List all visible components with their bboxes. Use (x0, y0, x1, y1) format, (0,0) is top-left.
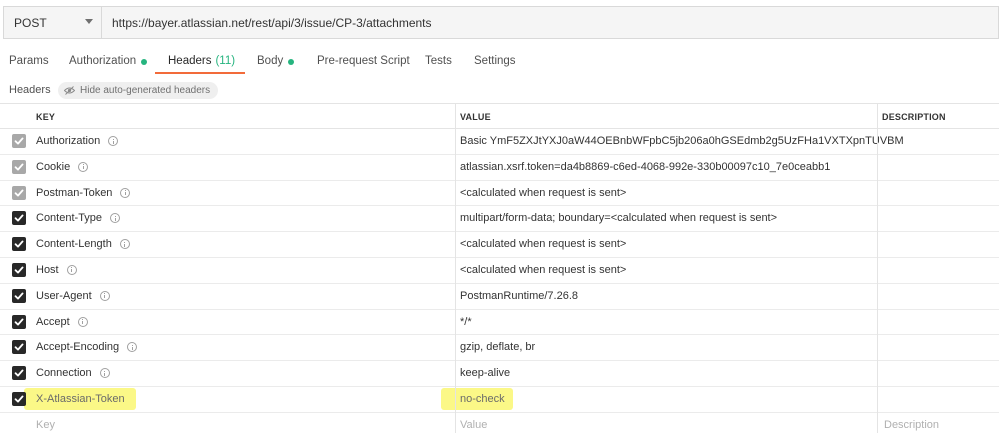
tab-params[interactable]: Params (9, 50, 49, 76)
header-key[interactable]: Authorization (36, 135, 119, 147)
url-text: https://bayer.atlassian.net/rest/api/3/i… (112, 15, 432, 30)
table-row: Accept */* (0, 310, 999, 336)
info-icon[interactable] (110, 213, 121, 224)
column-divider (455, 103, 456, 433)
row-checkbox[interactable] (12, 134, 26, 148)
info-icon[interactable] (127, 342, 138, 353)
new-header-row: Key Value Description (0, 413, 999, 433)
header-key[interactable]: Cookie (36, 161, 89, 173)
new-key-input[interactable]: Key (36, 419, 55, 431)
table-row: Connection keep-alive (0, 361, 999, 387)
row-checkbox[interactable] (12, 185, 26, 200)
chevron-down-icon (85, 19, 93, 24)
header-value[interactable]: <calculated when request is sent> (460, 238, 626, 250)
eye-off-icon (64, 86, 75, 95)
hide-auto-headers-label: Hide auto-generated headers (80, 85, 211, 96)
column-divider (877, 103, 878, 433)
header-key[interactable]: Accept-Encoding (36, 341, 138, 353)
header-value[interactable]: keep-alive (460, 367, 510, 379)
table-row: Accept-Encoding gzip, deflate, br (0, 335, 999, 362)
header-value[interactable]: <calculated when request is sent> (460, 187, 626, 199)
column-header-description: DESCRIPTION (882, 112, 946, 122)
header-key[interactable]: Postman-Token (36, 187, 131, 199)
table-row: Postman-Token <calculated when request is… (0, 181, 999, 207)
table-row: X-Atlassian-Token no-check (0, 387, 999, 413)
table-row: User-Agent PostmanRuntime/7.26.8 (0, 284, 999, 310)
row-checkbox[interactable] (12, 391, 26, 406)
header-value[interactable]: multipart/form-data; boundary=<calculate… (460, 212, 777, 224)
header-key[interactable]: Host (36, 264, 77, 276)
info-icon[interactable] (66, 264, 77, 275)
request-tabs: Params Authorization Headers (11) Body P… (0, 50, 999, 76)
row-checkbox[interactable] (12, 159, 26, 174)
header-value[interactable]: PostmanRuntime/7.26.8 (460, 290, 578, 302)
row-checkbox[interactable] (12, 237, 26, 252)
new-value-input[interactable]: Value (460, 419, 487, 431)
table-row: Authorization Basic YmF5ZXJtYXJ0aW44OEBnb… (0, 129, 999, 155)
header-value[interactable]: atlassian.xsrf.token=da4b8869-c6ed-4068-… (460, 161, 830, 173)
header-value[interactable]: <calculated when request is sent> (460, 264, 626, 276)
info-icon[interactable] (99, 368, 110, 379)
url-input[interactable]: https://bayer.atlassian.net/rest/api/3/i… (101, 6, 999, 39)
tab-body[interactable]: Body (257, 50, 295, 76)
info-icon[interactable] (108, 136, 119, 146)
new-description-input[interactable]: Description (884, 419, 939, 431)
table-header: KEY VALUE DESCRIPTION (0, 103, 999, 129)
info-icon[interactable] (120, 187, 131, 198)
header-key[interactable]: Content-Length (36, 238, 130, 250)
headers-count-badge: (11) (215, 55, 236, 67)
request-bar: POST https://bayer.atlassian.net/rest/ap… (3, 6, 999, 39)
hide-auto-headers-button[interactable]: Hide auto-generated headers (58, 82, 219, 99)
headers-toolbar: Headers Hide auto-generated headers (0, 81, 999, 99)
active-tab-indicator (155, 72, 245, 74)
column-header-key: KEY (36, 112, 56, 122)
row-checkbox[interactable] (12, 340, 26, 355)
row-checkbox[interactable] (12, 366, 26, 381)
header-key[interactable]: X-Atlassian-Token (36, 393, 125, 405)
tab-tests[interactable]: Tests (425, 50, 452, 76)
header-key[interactable]: Content-Type (36, 212, 121, 224)
method-select[interactable]: POST (3, 6, 101, 39)
headers-label: Headers (9, 84, 51, 96)
tab-pre-request-script[interactable]: Pre-request Script (317, 50, 410, 76)
info-icon[interactable] (77, 316, 88, 327)
info-icon[interactable] (78, 161, 89, 172)
status-dot-icon (288, 59, 295, 65)
row-checkbox[interactable] (12, 211, 26, 226)
row-checkbox[interactable] (12, 314, 26, 329)
tab-authorization[interactable]: Authorization (69, 50, 148, 76)
header-value[interactable]: gzip, deflate, br (460, 341, 535, 353)
column-header-value: VALUE (460, 112, 491, 122)
table-row: Content-Type multipart/form-data; boundar… (0, 206, 999, 233)
header-value[interactable]: */* (460, 316, 472, 328)
info-icon[interactable] (119, 239, 130, 250)
headers-table: KEY VALUE DESCRIPTION Authorization Basic… (0, 103, 999, 433)
header-key[interactable]: User-Agent (36, 290, 110, 302)
info-icon[interactable] (99, 290, 110, 301)
table-row: Host <calculated when request is sent> (0, 258, 999, 284)
method-label: POST (14, 15, 47, 30)
row-checkbox[interactable] (12, 288, 26, 303)
tab-settings[interactable]: Settings (474, 50, 516, 76)
header-key[interactable]: Connection (36, 367, 110, 379)
status-dot-icon (141, 59, 148, 65)
table-row: Content-Length <calculated when request i… (0, 232, 999, 258)
header-value[interactable]: no-check (460, 393, 505, 405)
table-row: Cookie atlassian.xsrf.token=da4b8869-c6ed… (0, 155, 999, 181)
row-checkbox[interactable] (12, 262, 26, 277)
header-key[interactable]: Accept (36, 316, 88, 328)
header-value[interactable]: Basic YmF5ZXJtYXJ0aW44OEBnbWFpbC5jb206a0… (460, 135, 904, 147)
